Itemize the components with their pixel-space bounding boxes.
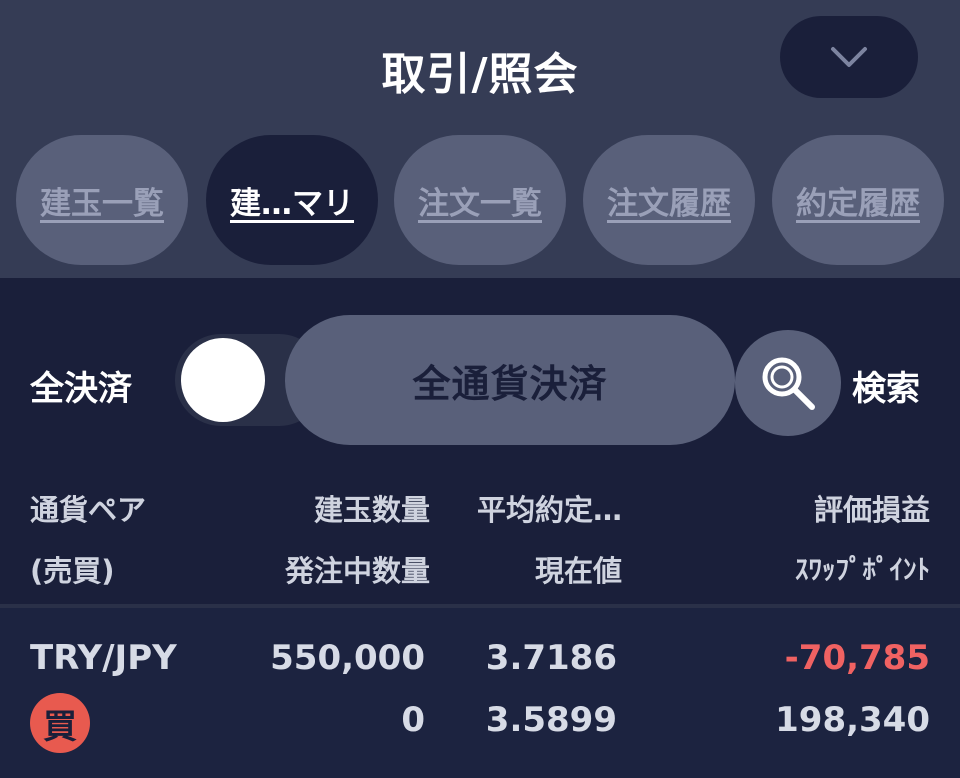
row-swap: 198,340	[775, 700, 930, 740]
buy-badge: 買	[30, 693, 90, 753]
chevron-down-icon	[831, 47, 867, 67]
toggle-knob[interactable]	[181, 338, 265, 422]
search-label: 検索	[852, 369, 920, 409]
collapse-button[interactable]	[780, 16, 918, 98]
col-pnl: 評価損益	[813, 493, 930, 527]
col-position-qty: 建玉数量	[313, 493, 430, 527]
col-avg-price: 平均約定…	[476, 493, 622, 527]
col-pair: 通貨ペア	[30, 493, 147, 527]
all-currency-settle-button[interactable]: 全通貨決済	[285, 315, 735, 445]
row-pending-qty: 0	[401, 700, 425, 740]
tab-position-summary[interactable]: 建…マリ	[206, 135, 378, 265]
search-button[interactable]	[735, 330, 841, 436]
tab-execution-history[interactable]: 約定履歴	[772, 135, 944, 265]
tab-order-history[interactable]: 注文履歴	[583, 135, 755, 265]
col-swap: ｽﾜｯﾌﾟﾎﾟｲﾝﾄ	[795, 555, 930, 586]
row-pair: TRY/JPY	[30, 638, 177, 678]
all-close-label: 全決済	[30, 369, 132, 409]
header-bar: 取引/照会 建玉一覧 建…マリ 注文一覧 注文履歴 約定履歴	[0, 0, 960, 278]
row-position-qty: 550,000	[270, 638, 425, 678]
col-current-price: 現在値	[534, 554, 622, 588]
tab-position-list[interactable]: 建玉一覧	[16, 135, 188, 265]
tab-order-list[interactable]: 注文一覧	[394, 135, 566, 265]
col-pending-qty: 発注中数量	[284, 554, 430, 588]
row-current-price: 3.5899	[485, 700, 617, 740]
col-side: (売買)	[30, 554, 115, 588]
search-icon	[762, 357, 815, 410]
row-pnl: -70,785	[784, 638, 930, 678]
table-row[interactable]	[0, 608, 960, 778]
row-avg-price: 3.7186	[485, 638, 617, 678]
tab-bar: 建玉一覧 建…マリ 注文一覧 注文履歴 約定履歴	[0, 135, 960, 265]
